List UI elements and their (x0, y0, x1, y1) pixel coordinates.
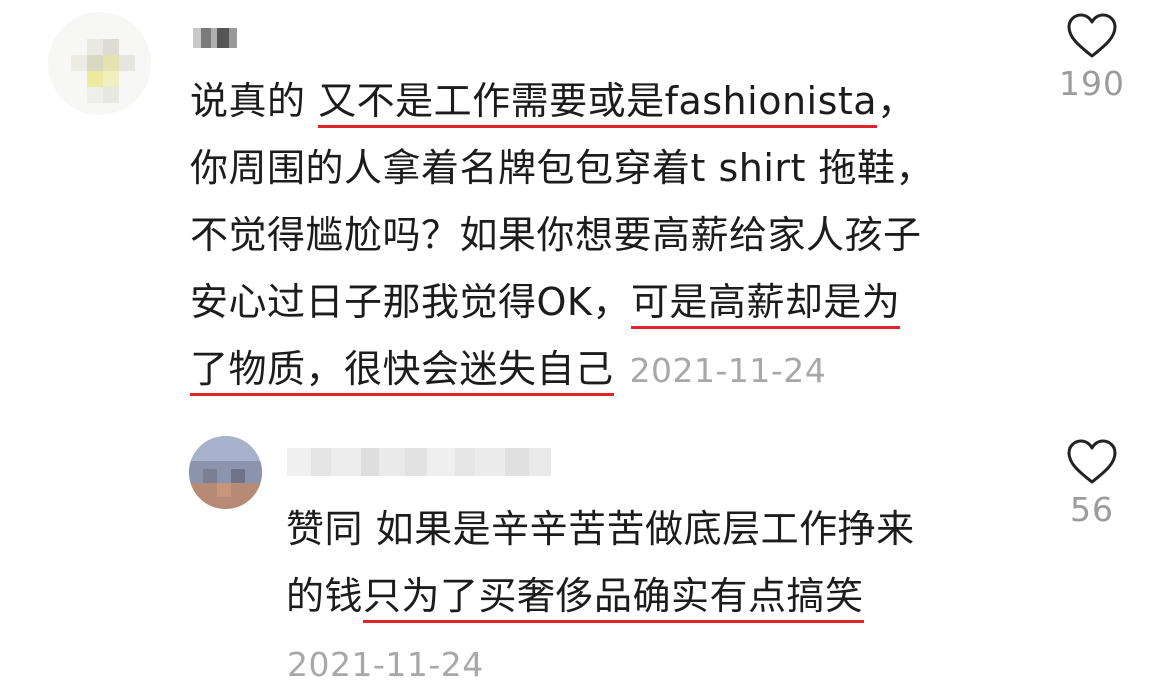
avatar-pixel (203, 469, 217, 483)
avatar-pixel (103, 71, 119, 87)
like-button[interactable]: 190 (1032, 12, 1152, 103)
highlighted-text: 只为了买奢侈品确实有点搞笑 (363, 574, 864, 623)
comment-text-fragment: 你周围的人拿着名牌包包穿着t shirt 拖鞋， (190, 146, 935, 190)
heart-outline-icon[interactable] (1066, 12, 1118, 60)
avatar-pixel (87, 71, 103, 87)
avatar-pixel (119, 55, 135, 71)
comment-body: 说真的 又不是工作需要或是fashionista， 你周围的人拿着名牌包包穿着t… (190, 68, 934, 404)
reply-like-button[interactable]: 56 (1032, 438, 1152, 529)
highlighted-text: 可是高薪却是为 (630, 280, 901, 329)
avatar-pixel (103, 55, 119, 71)
avatar-pixel (103, 39, 119, 55)
reply-avatar[interactable] (189, 436, 262, 509)
avatar-pixel (87, 87, 103, 103)
reply-body: 赞同 如果是辛辛苦苦做底层工作挣来 的钱只为了买奢侈品确实有点搞笑 (286, 496, 915, 630)
reply-text-fragment: 的钱 (286, 574, 364, 618)
highlighted-text: 了物质，很快会迷失自己 (190, 347, 614, 396)
comment-date: 2021-11-24 (629, 351, 827, 390)
reply-text-fragment: 赞同 如果是辛辛苦苦做底层工作挣来 (286, 507, 915, 551)
comment-text-fragment: 说真的 (190, 79, 319, 123)
reply-like-count: 56 (1070, 490, 1114, 529)
highlighted-text: 又不是工作需要或是fashionista (318, 79, 878, 128)
avatar-pixel (87, 55, 103, 71)
avatar-pixel (231, 469, 245, 483)
avatar-pixel (103, 87, 119, 103)
avatar-pixel (87, 39, 103, 55)
username-blurred[interactable] (193, 28, 237, 48)
avatar-pixel (71, 55, 87, 71)
like-count: 190 (1059, 64, 1125, 103)
reply-username-blurred[interactable] (287, 448, 551, 476)
heart-outline-icon[interactable] (1066, 438, 1118, 486)
avatar-pixel (217, 483, 231, 497)
comment-text-fragment: ， (877, 79, 916, 123)
avatar[interactable] (48, 12, 151, 115)
avatar-band (189, 461, 262, 483)
reply-date: 2021-11-24 (287, 645, 484, 684)
comment-text-fragment: 不觉得尴尬吗？如果你想要高薪给家人孩子 (190, 213, 922, 257)
comment-text-fragment: 安心过日子那我觉得OK， (190, 280, 631, 324)
avatar-band (189, 436, 262, 461)
